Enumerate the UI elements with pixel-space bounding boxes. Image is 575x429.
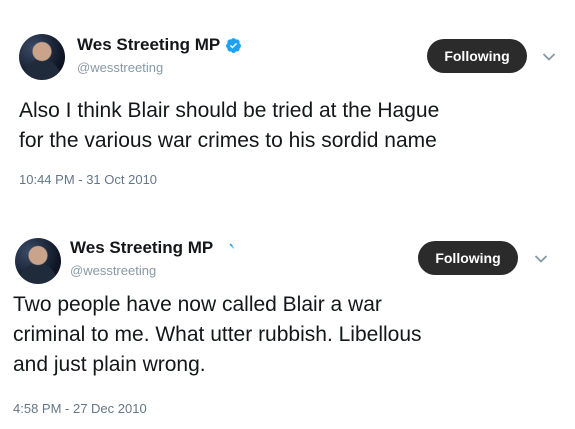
following-button[interactable]: Following <box>427 39 527 73</box>
timestamp[interactable]: 10:44 PM - 31 Oct 2010 <box>19 172 157 187</box>
avatar[interactable] <box>15 238 61 284</box>
tweet-card-2: Wes Streeting MP @wesstreeting Following… <box>0 212 575 429</box>
tweet-card-1: Wes Streeting MP @wesstreeting Following… <box>0 0 575 212</box>
author-name-row: Wes Streeting MP <box>77 35 242 55</box>
tweet-text: Two people have now called Blair a war c… <box>13 293 422 376</box>
display-name[interactable]: Wes Streeting MP <box>70 238 213 258</box>
author-name-row: Wes Streeting MP <box>70 238 235 258</box>
timestamp[interactable]: 4:58 PM - 27 Dec 2010 <box>13 401 147 416</box>
verified-badge-icon <box>223 243 235 252</box>
following-button[interactable]: Following <box>418 241 518 275</box>
avatar[interactable] <box>19 34 65 80</box>
display-name[interactable]: Wes Streeting MP <box>77 35 220 55</box>
verified-badge-icon <box>226 37 242 53</box>
handle[interactable]: @wesstreeting <box>70 263 156 278</box>
chevron-down-icon[interactable] <box>534 254 548 264</box>
handle[interactable]: @wesstreeting <box>77 60 163 75</box>
chevron-down-icon[interactable] <box>542 52 556 62</box>
tweet-text: Also I think Blair should be tried at th… <box>19 99 440 152</box>
